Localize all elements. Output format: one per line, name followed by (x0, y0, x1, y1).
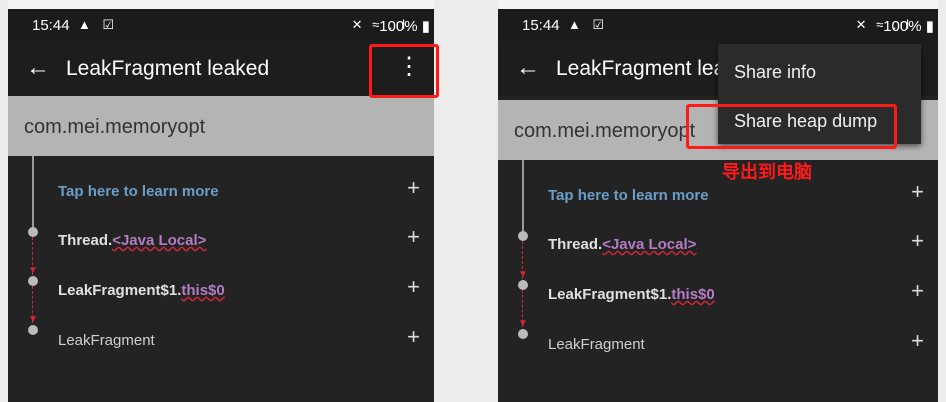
battery-percent: 100% (379, 18, 418, 35)
trace-class: Thread. (58, 232, 113, 249)
notification-icons: ▲ ☑ (78, 17, 119, 32)
learn-more-link[interactable]: Tap here to learn more (58, 183, 219, 200)
learn-more-row[interactable]: Tap here to learn more + (8, 166, 434, 216)
battery-icon: ▮ (421, 18, 430, 35)
phone-screenshot-right: 15:44 ▲ ☑ ✕ ≈ .ıl 100% ▮ ← LeakFragment … (498, 0, 938, 402)
status-bar: 15:44 ▲ ☑ ✕ ≈ .ıl 100% ▮ (498, 9, 938, 42)
arrow-back-icon[interactable]: ← (26, 54, 50, 82)
trace-row-label: Thread.<Java Local> (548, 236, 696, 253)
annotation-export-to-pc: 导出到电脑 (722, 162, 812, 182)
package-header: com.mei.memoryopt (8, 96, 434, 156)
plus-icon[interactable]: + (911, 228, 924, 254)
trace-row-label: LeakFragment (548, 336, 645, 353)
trace-field: <Java Local> (112, 232, 207, 249)
battery-indicator: 100% ▮ (379, 17, 430, 35)
package-name: com.mei.memoryopt (24, 116, 206, 138)
trace-row-label: LeakFragment$1.this$0 (58, 282, 225, 299)
trace-field: <Java Local> (602, 236, 697, 253)
trace-row-label: LeakFragment (58, 332, 155, 349)
highlight-box-overflow (369, 44, 439, 98)
plus-icon[interactable]: + (407, 274, 420, 300)
plus-icon[interactable]: + (407, 324, 420, 350)
plus-icon[interactable]: + (911, 328, 924, 354)
notification-icons: ▲ ☑ (568, 17, 609, 32)
status-time: 15:44 (32, 17, 70, 34)
window-top-strip (8, 0, 434, 9)
trace-row-leakfragment[interactable]: LeakFragment + (498, 319, 938, 369)
trace-row-label: LeakFragment$1.this$0 (548, 286, 715, 303)
learn-more-link[interactable]: Tap here to learn more (548, 187, 709, 204)
plus-icon[interactable]: + (407, 175, 420, 201)
status-bar: 15:44 ▲ ☑ ✕ ≈ .ıl 100% ▮ (8, 9, 434, 42)
trace-row-label: Thread.<Java Local> (58, 232, 206, 249)
trace-class: LeakFragment$1. (548, 286, 672, 303)
trace-class: LeakFragment$1. (58, 282, 182, 299)
trace-row-thread[interactable]: Thread.<Java Local> + (8, 215, 434, 265)
battery-percent: 100% (883, 18, 922, 35)
menu-item-share-info[interactable]: Share info (734, 62, 816, 83)
page-title: LeakFragment leaked (66, 57, 270, 80)
plus-icon[interactable]: + (911, 179, 924, 205)
trace-row-leakfragment1[interactable]: LeakFragment$1.this$0 + (498, 269, 938, 319)
trace-field: this$0 (181, 282, 225, 299)
window-top-strip (498, 0, 938, 9)
trace-field: this$0 (671, 286, 715, 303)
trace-row-thread[interactable]: Thread.<Java Local> + (498, 219, 938, 269)
battery-indicator: 100% ▮ (883, 17, 934, 35)
plus-icon[interactable]: + (911, 278, 924, 304)
trace-row-leakfragment[interactable]: LeakFragment + (8, 315, 434, 365)
learn-more-row[interactable]: Tap here to learn more + (498, 170, 938, 220)
highlight-box-share-heap (686, 104, 897, 149)
trace-class: Thread. (548, 236, 603, 253)
trace-row-leakfragment1[interactable]: LeakFragment$1.this$0 + (8, 265, 434, 315)
status-time: 15:44 (522, 17, 560, 34)
battery-icon: ▮ (925, 18, 934, 35)
arrow-back-icon[interactable]: ← (516, 54, 540, 82)
package-name: com.mei.memoryopt (514, 120, 696, 142)
plus-icon[interactable]: + (407, 224, 420, 250)
